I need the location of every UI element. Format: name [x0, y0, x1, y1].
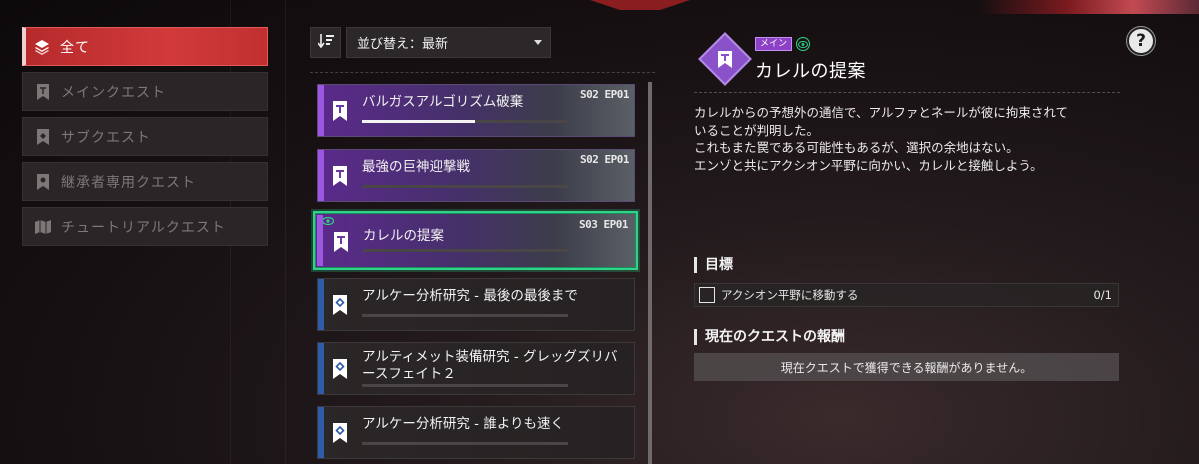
- quest-card[interactable]: バルガスアルゴリズム破棄 S02 EP01: [317, 84, 635, 137]
- sort-icon: [316, 33, 334, 52]
- quest-progress-bar: [362, 120, 568, 123]
- top-ornament: [590, 0, 690, 10]
- quest-card[interactable]: アルティメット装備研究 - グレッグズリバースフェイト２: [317, 342, 635, 395]
- description-line: カレルからの予想外の通信で、アルファとネールが彼に拘束されて: [694, 105, 1069, 120]
- description-line: これもまた罠である可能性もあるが、選択の余地はない。: [694, 140, 1019, 155]
- sidebar-item-tutorial-quest[interactable]: チュートリアルクエスト: [22, 207, 268, 246]
- quest-description: カレルからの予想外の通信で、アルファとネールが彼に拘束されて いることが判明した…: [694, 104, 1114, 174]
- bookmark-icon: [35, 83, 51, 100]
- quest-type-stripe: [318, 150, 324, 201]
- main-quest-bookmark-icon: [333, 101, 347, 121]
- quest-type-badge: メイン: [755, 37, 793, 51]
- top-right-ornament: [979, 0, 1199, 14]
- sort-order-button[interactable]: [310, 27, 341, 58]
- bookmark-icon: [35, 128, 51, 145]
- quest-list-scrollbar[interactable]: [648, 82, 652, 464]
- quest-type-stripe: [318, 279, 324, 330]
- quest-card-selected[interactable]: カレルの提案 S03 EP01: [313, 211, 638, 270]
- sub-quest-bookmark-icon: [333, 295, 347, 315]
- objective-count: 0/1: [1093, 288, 1112, 302]
- tracked-eye-icon: [322, 217, 334, 225]
- quest-type-stripe: [318, 407, 324, 458]
- detail-divider: [694, 92, 1120, 93]
- quest-card[interactable]: アルケー分析研究 - 誰よりも速く: [317, 406, 635, 459]
- description-line: エンゾと共にアクシオン平野に向かい、カレルと接触しよう。: [694, 157, 1043, 173]
- quest-episode: S02 EP01: [580, 153, 629, 166]
- quest-detail-title: カレルの提案: [755, 61, 866, 82]
- quest-card[interactable]: 最強の巨神迎撃戦 S02 EP01: [317, 149, 635, 202]
- list-divider: [310, 72, 655, 73]
- sub-quest-bookmark-icon: [333, 423, 347, 443]
- rewards-heading: 現在のクエストの報酬: [694, 329, 845, 345]
- layers-icon: [34, 39, 50, 55]
- sidebar-item-label: メインクエスト: [61, 84, 166, 101]
- quest-type-stripe: [318, 343, 324, 394]
- description-line: いることが判明した。: [694, 122, 820, 138]
- sidebar-item-label: 継承者専用クエスト: [61, 174, 196, 191]
- map-icon: [35, 219, 51, 235]
- quest-progress-bar: [362, 384, 568, 387]
- quest-title: アルケー分析研究 - 誰よりも速く: [362, 416, 565, 432]
- sidebar-item-main-quest[interactable]: メインクエスト: [22, 72, 268, 111]
- sidebar-item-label: サブクエスト: [61, 129, 151, 146]
- quest-episode: S02 EP01: [580, 88, 629, 101]
- divider: [285, 0, 286, 464]
- quest-progress-fill: [362, 120, 476, 123]
- sidebar-item-label: 全て: [60, 39, 90, 56]
- chevron-down-icon: [534, 40, 542, 45]
- quest-card[interactable]: アルケー分析研究 - 最後の最後まで: [317, 278, 635, 331]
- sidebar-item-successor-quest[interactable]: 継承者専用クエスト: [22, 162, 268, 201]
- sort-dropdown-label: 並び替え：最新: [357, 37, 449, 52]
- sidebar-item-label: チュートリアルクエスト: [61, 219, 226, 236]
- bookmark-icon: [35, 173, 51, 190]
- quest-title: アルケー分析研究 - 最後の最後まで: [362, 288, 578, 304]
- quest-type-stripe: [318, 85, 324, 136]
- sidebar-item-sub-quest[interactable]: サブクエスト: [22, 117, 268, 156]
- sort-dropdown[interactable]: 並び替え：最新: [346, 27, 551, 58]
- main-quest-emblem-icon: [714, 48, 736, 70]
- objective-checkbox: [699, 287, 715, 303]
- quest-type-stripe: [317, 215, 323, 266]
- quest-progress-bar: [362, 314, 568, 317]
- main-quest-bookmark-icon: [333, 166, 347, 186]
- quest-episode: S03 EP01: [579, 218, 628, 231]
- quest-progress-bar: [363, 249, 569, 252]
- category-sidebar: 全て メインクエスト サブクエスト 継承者専用クエスト チュートリアルクエスト: [22, 27, 268, 252]
- rewards-empty-message: 現在クエストで獲得できる報酬がありません。: [694, 353, 1119, 381]
- objective-row: アクシオン平野に移動する 0/1: [694, 283, 1119, 307]
- sidebar-item-all[interactable]: 全て: [22, 27, 268, 66]
- help-button[interactable]: ?: [1127, 27, 1155, 55]
- main-quest-bookmark-icon: [334, 232, 348, 252]
- tracked-eye-icon: [796, 37, 810, 51]
- objectives-heading: 目標: [694, 257, 733, 273]
- quest-title: アルティメット装備研究 - グレッグズリバースフェイト２: [362, 349, 618, 382]
- objective-text: アクシオン平野に移動する: [721, 288, 859, 302]
- sub-quest-bookmark-icon: [333, 359, 347, 379]
- quest-progress-bar: [362, 185, 568, 188]
- quest-progress-bar: [362, 442, 568, 445]
